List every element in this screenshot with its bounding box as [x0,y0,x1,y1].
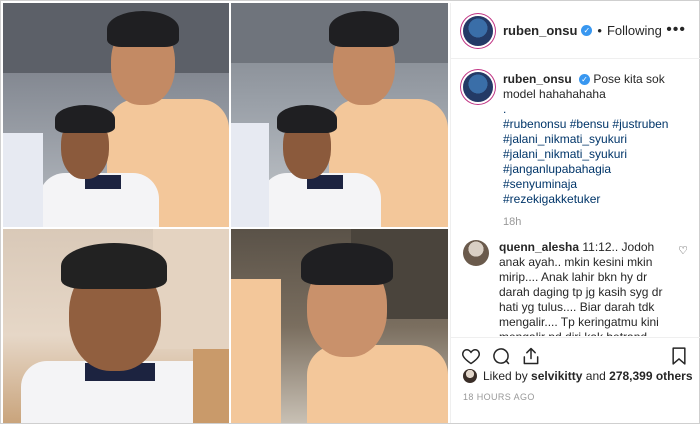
photo-tile-top-right [231,3,448,227]
post-header: ruben_onsu ✓ • Following ••• [451,3,700,59]
action-bar [451,337,700,371]
likes-prefix: Liked by [483,369,528,383]
comment-body: quenn_alesha 11:12.. Jodoh anak ayah.. m… [499,240,679,336]
photo-tile-top-left [3,3,229,227]
caption: ruben_onsu ✓ Pose kita sok model hahahah… [463,72,688,230]
caption-username[interactable]: ruben_onsu [503,72,572,86]
commenter-avatar[interactable] [463,240,489,266]
comment-text: 11:12.. Jodoh anak ayah.. mkin kesini mk… [499,240,663,336]
more-options-icon[interactable]: ••• [666,21,686,39]
post-photo[interactable] [3,3,448,423]
caption-verified-icon: ✓ [579,74,591,85]
likes-count[interactable]: 278,399 others [609,369,692,383]
comment-like-icon[interactable]: ♡ [678,244,688,257]
caption-avatar[interactable] [463,72,493,102]
liker-avatar[interactable] [463,369,477,383]
post-side-panel: ruben_onsu ✓ • Following ••• ruben_onsu … [450,3,700,423]
save-bookmark-icon[interactable] [669,346,689,366]
hashtag-line[interactable]: #jalani_nikmati_syukuri [503,132,688,147]
following-button[interactable]: Following [607,23,662,38]
likes-and: and [585,369,606,383]
likes-summary: Liked by selvikitty and 278,399 others [463,369,693,383]
hashtag-line[interactable]: #jalani_nikmati_syukuri [503,147,688,162]
comment-item: quenn_alesha 11:12.. Jodoh anak ayah.. m… [463,240,688,336]
like-heart-icon[interactable] [461,346,481,366]
window-frame: ruben_onsu ✓ • Following ••• ruben_onsu … [0,0,700,424]
liker-username[interactable]: selvikitty [531,369,582,383]
photo-tile-bottom-right [231,229,448,423]
hashtag-line[interactable]: #rubenonsu #bensu #justruben [503,117,688,132]
hashtag-line[interactable]: #rezekigakketuker [503,192,688,207]
verified-badge-icon: ✓ [581,25,593,36]
post-timestamp[interactable]: 18 HOURS AGO [463,392,535,402]
caption-body: ruben_onsu ✓ Pose kita sok model hahahah… [503,72,688,230]
share-icon[interactable] [521,346,541,366]
author-avatar[interactable] [463,15,493,46]
hashtag-line[interactable]: #janganlupabahagia #senyuminaja [503,162,688,192]
caption-dot: . [503,102,507,116]
photo-tile-bottom-left [3,229,229,423]
author-username[interactable]: ruben_onsu [503,23,577,38]
comments-section: ruben_onsu ✓ Pose kita sok model hahahah… [451,60,700,336]
follow-separator: • [597,23,602,38]
caption-age: 18h [503,216,522,228]
comment-username[interactable]: quenn_alesha [499,240,579,254]
comment-bubble-icon[interactable] [491,346,511,366]
